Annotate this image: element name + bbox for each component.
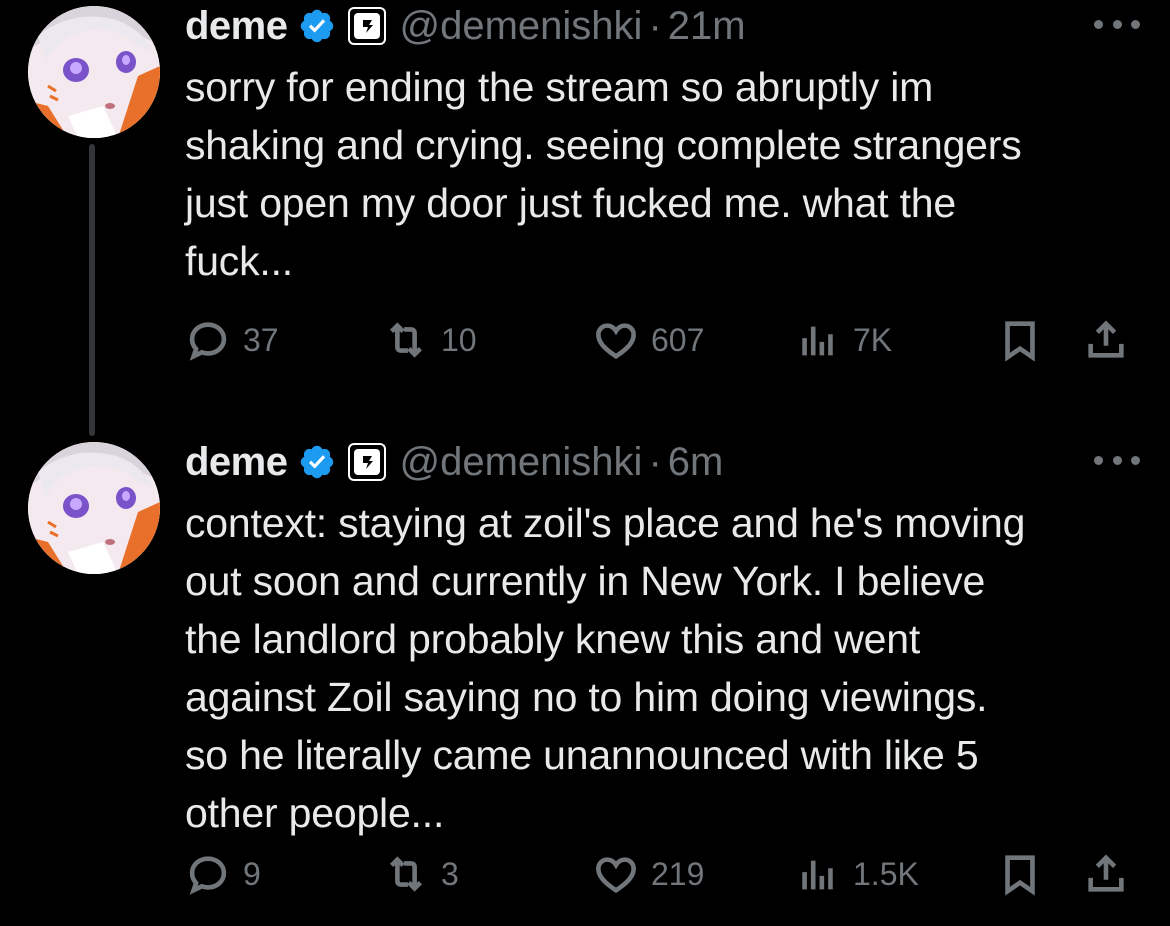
timestamp[interactable]: 21m	[668, 4, 746, 48]
tweet-actions: 37 10 607 7K	[185, 315, 1145, 365]
reply-button[interactable]: 37	[185, 315, 279, 365]
bookmark-button[interactable]	[997, 849, 1043, 899]
handle[interactable]: @demenishki	[400, 440, 643, 484]
tweet-actions: 9 3 219 1.5K	[185, 849, 1145, 899]
share-icon	[1088, 854, 1124, 892]
avatar[interactable]	[28, 6, 160, 138]
thread-line	[89, 144, 95, 436]
affiliate-badge-icon[interactable]	[347, 443, 386, 481]
bookmark-icon	[1005, 321, 1035, 362]
tweet-header: deme @demenishki · 6m	[185, 440, 723, 484]
retweet-button[interactable]: 10	[383, 315, 477, 365]
handle[interactable]: @demenishki	[400, 4, 643, 48]
reply-button[interactable]: 9	[185, 849, 261, 899]
more-icon[interactable]	[1094, 16, 1140, 32]
tweet[interactable]: deme @demenishki · 21m sorry for ending …	[0, 0, 1170, 436]
views-count: 1.5K	[853, 855, 919, 892]
reply-icon	[189, 856, 227, 895]
tweet-header: deme @demenishki · 21m	[185, 4, 746, 48]
display-name[interactable]: deme	[185, 440, 288, 484]
timestamp[interactable]: 6m	[668, 440, 724, 484]
bookmark-button[interactable]	[997, 315, 1043, 365]
views-button[interactable]: 1.5K	[795, 849, 919, 899]
retweet-count: 10	[441, 321, 477, 358]
like-icon	[596, 323, 636, 360]
like-count: 219	[651, 855, 705, 892]
avatar-image	[28, 442, 160, 574]
reply-icon	[189, 322, 227, 361]
avatar-image	[28, 6, 160, 138]
views-count: 7K	[853, 321, 893, 358]
retweet-button[interactable]: 3	[383, 849, 459, 899]
like-button[interactable]: 607	[593, 315, 704, 365]
separator: ·	[648, 4, 662, 48]
display-name[interactable]: deme	[185, 4, 288, 48]
tweet-text: context: staying at zoil's place and he'…	[185, 500, 1026, 836]
more-icon[interactable]	[1094, 452, 1140, 468]
like-icon	[596, 857, 636, 894]
verified-badge-icon[interactable]	[298, 443, 336, 481]
retweet-count: 3	[441, 855, 459, 892]
verified-badge-icon[interactable]	[298, 7, 336, 45]
affiliate-badge-icon[interactable]	[347, 7, 386, 45]
views-button[interactable]: 7K	[795, 315, 892, 365]
avatar[interactable]	[28, 442, 160, 574]
reply-count: 9	[243, 855, 261, 892]
separator: ·	[648, 440, 662, 484]
share-button[interactable]	[1083, 315, 1129, 365]
views-icon	[802, 860, 833, 890]
like-count: 607	[651, 321, 705, 358]
tweet[interactable]: deme @demenishki · 6m context: staying a…	[0, 436, 1170, 926]
share-button[interactable]	[1083, 849, 1129, 899]
tweet-text: sorry for ending the stream so abruptly …	[185, 64, 1022, 284]
reply-count: 37	[243, 321, 279, 358]
retweet-icon	[389, 856, 423, 892]
like-button[interactable]: 219	[593, 849, 704, 899]
views-icon	[802, 326, 833, 356]
retweet-icon	[389, 322, 423, 358]
bookmark-icon	[1005, 855, 1035, 896]
share-icon	[1088, 320, 1124, 358]
